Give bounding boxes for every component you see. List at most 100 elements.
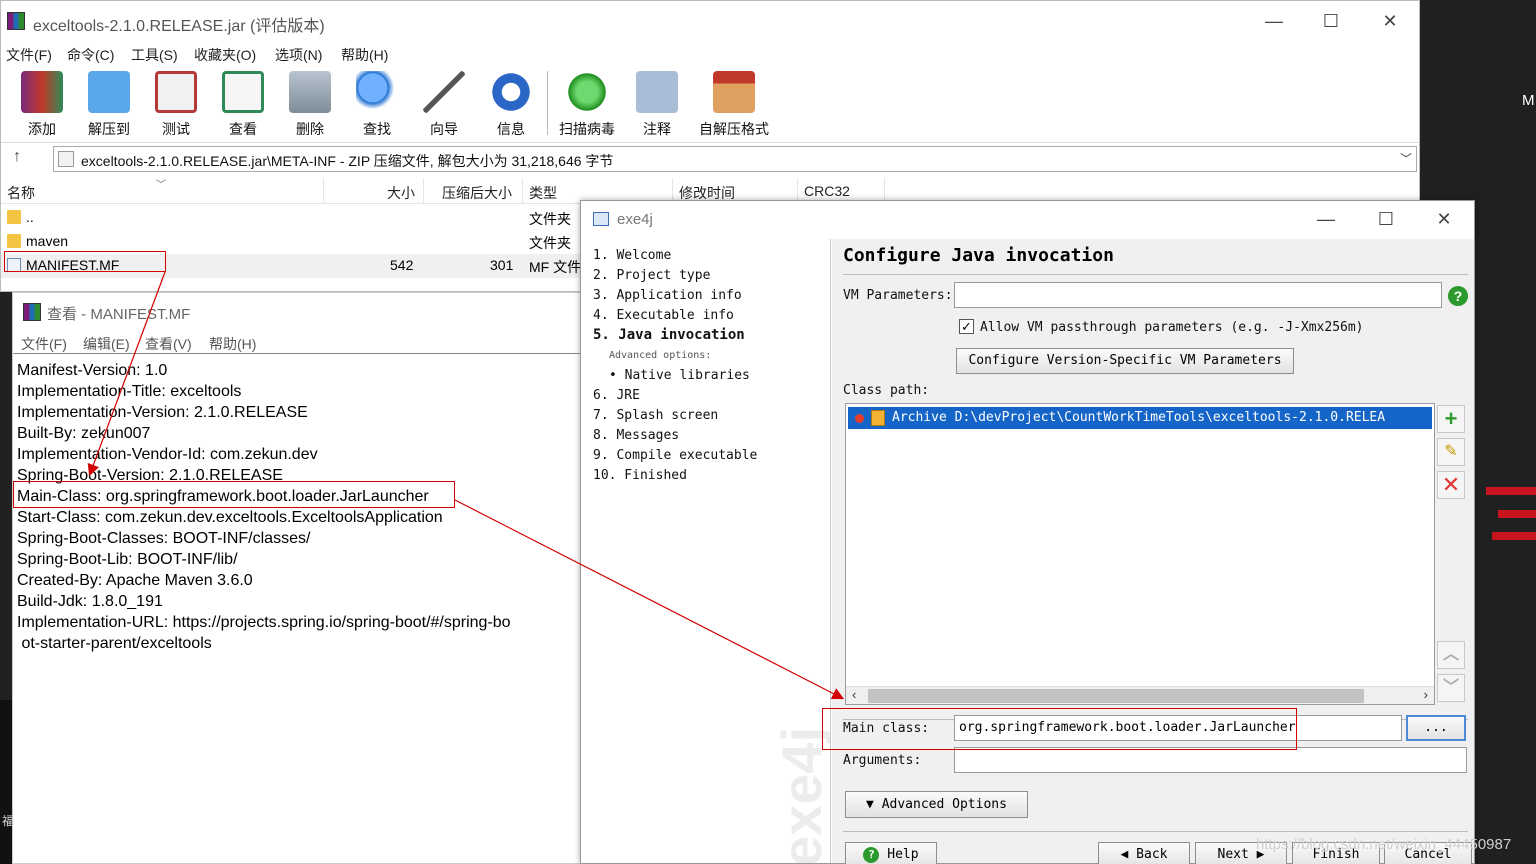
add-classpath-icon[interactable]: + xyxy=(1437,405,1465,433)
scrollbar-thumb[interactable] xyxy=(868,689,1364,703)
classpath-hscrollbar[interactable]: ‹ › xyxy=(846,686,1434,704)
step-jre[interactable]: 6. JRE xyxy=(593,388,640,403)
step-compile-executable[interactable]: 9. Compile executable xyxy=(593,448,757,463)
vm-params-input[interactable] xyxy=(954,282,1442,308)
exe4j-maximize-button[interactable]: ☐ xyxy=(1371,207,1401,231)
step-welcome[interactable]: 1. Welcome xyxy=(593,248,671,263)
help-icon: ? xyxy=(863,846,880,863)
tool-virus-scan-button[interactable]: 扫描病毒 xyxy=(557,71,617,139)
manifest-line: Spring-Boot-Classes: BOOT-INF/classes/ xyxy=(17,530,311,547)
advanced-options-button[interactable]: ▼ Advanced Options xyxy=(845,791,1028,818)
viewer-menu-help[interactable]: 帮助(H) xyxy=(209,334,256,354)
tool-test-button[interactable]: 测试 xyxy=(146,71,206,139)
arguments-label: Arguments: xyxy=(843,753,922,768)
up-arrow-icon[interactable]: ↑ xyxy=(13,148,21,166)
csdn-watermark: https://blog.csdn.net/weixin_44450987 xyxy=(1256,836,1512,853)
exe4j-close-button[interactable]: ✕ xyxy=(1429,207,1459,231)
main-class-label: Main class: xyxy=(843,721,930,736)
step-project-type[interactable]: 2. Project type xyxy=(593,268,710,283)
allow-passthrough-checkbox[interactable]: ✓ xyxy=(959,319,974,334)
desktop-right-text: M xyxy=(1522,92,1535,109)
column-name[interactable]: 名称 xyxy=(7,183,35,203)
winrar-menubar: 文件(F) 命令(C) 工具(S) 收藏夹(O) 选项(N) 帮助(H) xyxy=(1,42,1419,66)
menu-tools[interactable]: 工具(S) xyxy=(131,45,178,65)
exe4j-titlebar: exe4j — ☐ ✕ xyxy=(581,201,1474,237)
archive-bullet-icon xyxy=(855,414,864,423)
path-field[interactable]: exceltools-2.1.0.RELEASE.jar\META-INF - … xyxy=(53,146,1417,172)
browse-main-class-button[interactable]: ... xyxy=(1406,715,1466,741)
column-size[interactable]: 大小 xyxy=(387,183,415,203)
classpath-label: Class path: xyxy=(843,383,930,398)
main-class-input[interactable]: org.springframework.boot.loader.JarLaunc… xyxy=(954,715,1402,741)
toolbar-separator xyxy=(547,71,548,135)
tool-add-button[interactable]: 添加 xyxy=(12,71,72,139)
chevron-down-icon[interactable]: ﹀ xyxy=(1400,150,1412,167)
viewer-menubar: 文件(F) 编辑(E) 查看(V) 帮助(H) xyxy=(13,331,583,353)
manifest-line: Implementation-Title: exceltools xyxy=(17,383,242,400)
step-messages[interactable]: 8. Messages xyxy=(593,428,679,443)
menu-command[interactable]: 命令(C) xyxy=(67,45,114,65)
file-icon xyxy=(7,258,21,272)
remove-classpath-icon[interactable]: ✕ xyxy=(1437,471,1465,499)
step-finished[interactable]: 10. Finished xyxy=(593,468,687,483)
menu-favorites[interactable]: 收藏夹(O) xyxy=(194,45,256,65)
column-type[interactable]: 类型 xyxy=(529,183,557,203)
exe4j-minimize-button[interactable]: — xyxy=(1311,207,1341,231)
move-up-icon[interactable]: ︿ xyxy=(1437,641,1465,669)
step-application-info[interactable]: 3. Application info xyxy=(593,288,742,303)
desktop-red-stripe xyxy=(1492,532,1536,540)
tool-delete-button[interactable]: 删除 xyxy=(280,71,340,139)
column-crc[interactable]: CRC32 xyxy=(804,183,850,199)
menu-file[interactable]: 文件(F) xyxy=(6,45,52,65)
back-button[interactable]: ◀ Back xyxy=(1098,842,1190,864)
step-splash-screen[interactable]: 7. Splash screen xyxy=(593,408,718,423)
step-executable-info[interactable]: 4. Executable info xyxy=(593,308,734,323)
folder-icon xyxy=(7,234,21,248)
sort-chevron-icon: ﹀ xyxy=(156,180,166,191)
edit-classpath-icon[interactable]: ✎ xyxy=(1437,438,1465,466)
maximize-button[interactable]: ☐ xyxy=(1316,9,1346,33)
manifest-line: Manifest-Version: 1.0 xyxy=(17,362,168,379)
viewer-menu-edit[interactable]: 编辑(E) xyxy=(83,334,130,354)
column-packed[interactable]: 压缩后大小 xyxy=(442,183,512,203)
viewer-menu-file[interactable]: 文件(F) xyxy=(21,334,67,354)
tool-info-button[interactable]: 信息 xyxy=(481,71,541,139)
tool-find-button[interactable]: 查找 xyxy=(347,71,407,139)
manifest-text-area[interactable]: Manifest-Version: 1.0 Implementation-Tit… xyxy=(13,353,583,863)
step-java-invocation[interactable]: 5. Java invocation xyxy=(593,327,745,343)
virus-scan-icon xyxy=(566,71,608,113)
footer-divider xyxy=(843,831,1468,832)
tool-wizard-button[interactable]: 向导 xyxy=(414,71,474,139)
tool-view-button[interactable]: 查看 xyxy=(213,71,273,139)
tool-extract-button[interactable]: 解压到 xyxy=(79,71,139,139)
manifest-line: Spring-Boot-Version: 2.1.0.RELEASE xyxy=(17,467,283,484)
close-button[interactable]: ✕ xyxy=(1375,9,1405,33)
title-divider xyxy=(843,274,1468,275)
configure-vm-params-button[interactable]: Configure Version-Specific VM Parameters xyxy=(956,348,1294,374)
manifest-viewer-window: 查看 - MANIFEST.MF 文件(F) 编辑(E) 查看(V) 帮助(H)… xyxy=(12,292,584,864)
help-icon[interactable]: ? xyxy=(1448,286,1468,306)
menu-help[interactable]: 帮助(H) xyxy=(341,45,388,65)
vm-params-label: VM Parameters: xyxy=(843,288,953,303)
menu-options[interactable]: 选项(N) xyxy=(275,45,322,65)
arguments-input[interactable] xyxy=(954,747,1467,773)
help-button[interactable]: ? Help xyxy=(845,842,937,864)
viewer-menu-view[interactable]: 查看(V) xyxy=(145,334,192,354)
viewer-title: 查看 - MANIFEST.MF xyxy=(47,306,191,323)
move-down-icon[interactable]: ﹀ xyxy=(1437,674,1465,702)
viewer-titlebar: 查看 - MANIFEST.MF xyxy=(13,293,583,329)
winrar-titlebar: exceltools-2.1.0.RELEASE.jar (评估版本) — ☐ … xyxy=(1,1,1419,41)
tool-comment-button[interactable]: 注释 xyxy=(627,71,687,139)
scroll-right-icon[interactable]: › xyxy=(1424,687,1428,702)
minimize-button[interactable]: — xyxy=(1259,9,1289,33)
folder-icon xyxy=(7,210,21,224)
desktop-red-stripe xyxy=(1498,510,1536,518)
tool-sfx-button[interactable]: 自解压格式 xyxy=(696,71,772,139)
scroll-left-icon[interactable]: ‹ xyxy=(852,687,856,702)
classpath-list[interactable]: Archive D:\devProject\CountWorkTimeTools… xyxy=(845,403,1435,705)
classpath-item[interactable]: Archive D:\devProject\CountWorkTimeTools… xyxy=(848,407,1432,429)
step-native-libraries[interactable]: • Native libraries xyxy=(609,368,750,383)
path-text: exceltools-2.1.0.RELEASE.jar\META-INF - … xyxy=(81,153,614,169)
manifest-line: Implementation-Version: 2.1.0.RELEASE xyxy=(17,404,308,421)
manifest-line: Start-Class: com.zekun.dev.exceltools.Ex… xyxy=(17,509,443,526)
